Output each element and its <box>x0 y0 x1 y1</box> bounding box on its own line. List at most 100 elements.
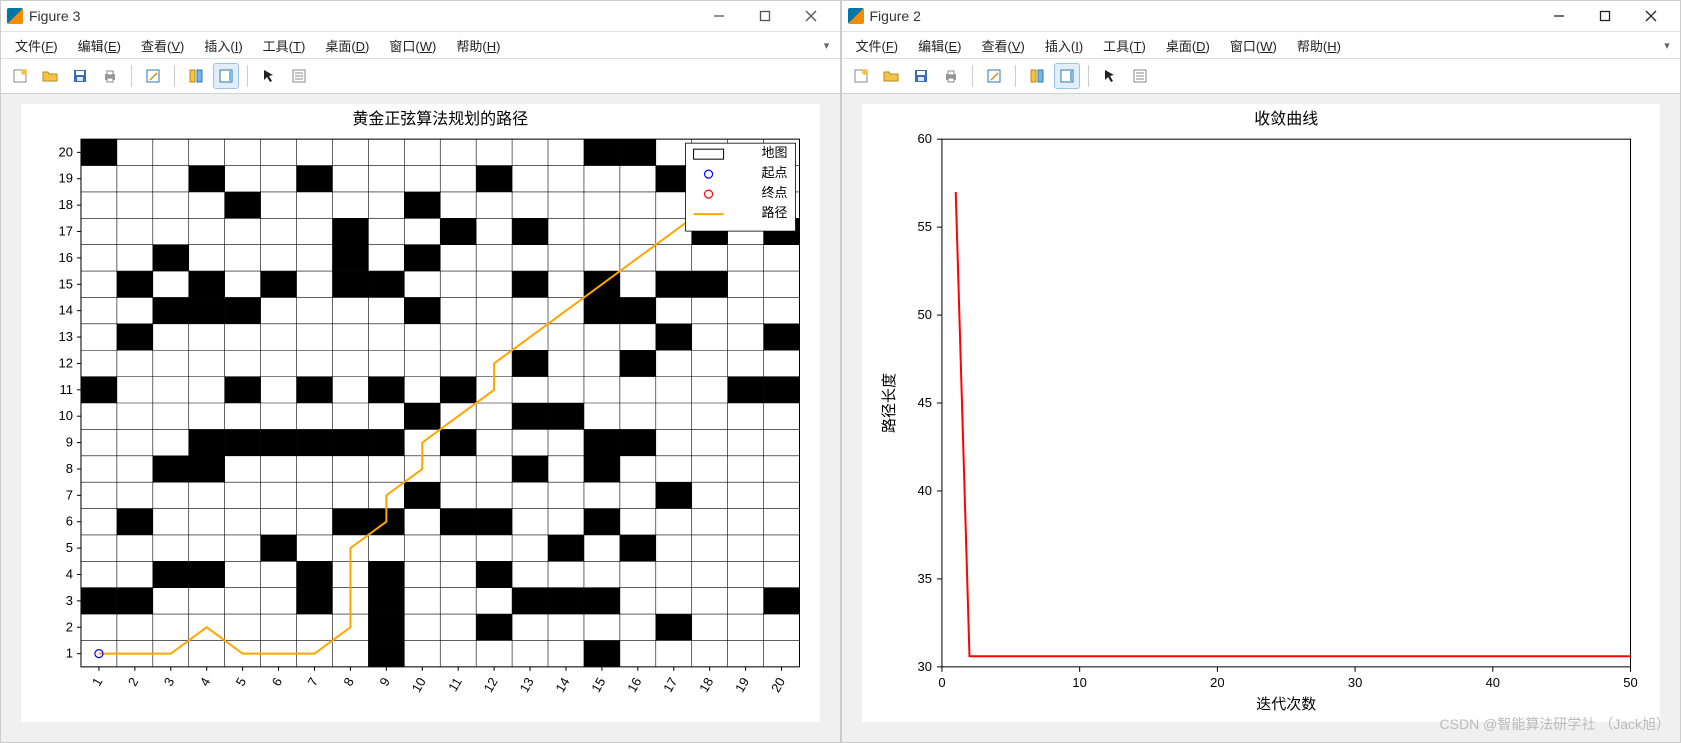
link-axes-icon[interactable] <box>183 63 209 89</box>
data-cursor-icon[interactable] <box>140 63 166 89</box>
svg-text:6: 6 <box>66 514 73 529</box>
menu-item[interactable]: 窗口(W) <box>1220 34 1287 57</box>
save-icon[interactable] <box>908 63 934 89</box>
svg-text:3: 3 <box>66 593 73 608</box>
svg-text:迭代次数: 迭代次数 <box>1256 696 1316 713</box>
menu-item[interactable]: 编辑(E) <box>68 34 131 57</box>
svg-text:4: 4 <box>197 675 214 689</box>
svg-text:2: 2 <box>125 675 142 689</box>
menu-item[interactable]: 编辑(E) <box>908 34 971 57</box>
menu-item[interactable]: 文件(F) <box>5 34 68 57</box>
properties-icon[interactable] <box>286 63 312 89</box>
svg-text:起点: 起点 <box>762 165 788 180</box>
menu-item[interactable]: 文件(F) <box>846 34 909 57</box>
menu-item[interactable]: 工具(T) <box>253 34 316 57</box>
svg-text:7: 7 <box>304 675 321 689</box>
svg-text:19: 19 <box>59 171 73 186</box>
save-icon[interactable] <box>67 63 93 89</box>
svg-text:18: 18 <box>696 675 716 695</box>
svg-text:17: 17 <box>660 675 680 695</box>
svg-text:2: 2 <box>66 619 73 634</box>
pointer-icon[interactable] <box>256 63 282 89</box>
svg-text:13: 13 <box>59 329 73 344</box>
pointer-icon[interactable] <box>1097 63 1123 89</box>
menu-overflow-icon[interactable]: ▾ <box>1658 39 1676 52</box>
svg-text:0: 0 <box>938 675 945 690</box>
watermark: CSDN @智能算法研学社 （Jack旭） <box>1440 714 1670 734</box>
menu-item[interactable]: 桌面(D) <box>315 34 379 57</box>
svg-text:40: 40 <box>917 483 931 498</box>
svg-text:6: 6 <box>269 675 286 689</box>
menu-item[interactable]: 查看(V) <box>972 34 1035 57</box>
svg-text:收敛曲线: 收敛曲线 <box>1254 110 1318 128</box>
menu-item[interactable]: 桌面(D) <box>1156 34 1220 57</box>
svg-text:20: 20 <box>768 675 788 695</box>
svg-text:路径长度: 路径长度 <box>880 373 897 433</box>
svg-text:35: 35 <box>917 571 931 586</box>
titlebar[interactable]: Figure 2 <box>842 1 1681 32</box>
close-button[interactable] <box>1628 1 1674 31</box>
svg-text:16: 16 <box>624 675 644 695</box>
svg-text:20: 20 <box>1210 675 1224 690</box>
menu-item[interactable]: 插入(I) <box>1035 34 1093 57</box>
svg-text:12: 12 <box>59 355 73 370</box>
matlab-icon <box>7 8 23 24</box>
window-title: Figure 2 <box>870 8 921 24</box>
data-cursor-icon[interactable] <box>981 63 1007 89</box>
svg-text:1: 1 <box>66 646 73 661</box>
menu-item[interactable]: 帮助(H) <box>1287 34 1351 57</box>
svg-text:5: 5 <box>66 540 73 555</box>
insert-colorbar-icon[interactable] <box>1054 63 1080 89</box>
svg-text:30: 30 <box>917 659 931 674</box>
toolbar <box>1 59 840 94</box>
print-icon[interactable] <box>97 63 123 89</box>
window-title: Figure 3 <box>29 8 80 24</box>
minimize-button[interactable] <box>696 1 742 31</box>
svg-text:地图: 地图 <box>762 145 788 160</box>
menu-item[interactable]: 帮助(H) <box>446 34 510 57</box>
svg-text:9: 9 <box>376 675 393 689</box>
svg-text:13: 13 <box>516 675 536 695</box>
matlab-icon <box>848 8 864 24</box>
new-figure-icon[interactable] <box>848 63 874 89</box>
svg-text:9: 9 <box>66 435 73 450</box>
close-button[interactable] <box>788 1 834 31</box>
path-planning-chart: 黄金正弦算法规划的路径12345678910111213141516171819… <box>21 104 820 722</box>
maximize-button[interactable] <box>1582 1 1628 31</box>
menu-item[interactable]: 窗口(W) <box>379 34 446 57</box>
svg-text:1: 1 <box>89 675 106 689</box>
svg-text:17: 17 <box>59 224 73 239</box>
svg-text:50: 50 <box>1623 675 1637 690</box>
titlebar[interactable]: Figure 3 <box>1 1 840 32</box>
svg-text:11: 11 <box>59 382 72 397</box>
svg-text:45: 45 <box>917 395 931 410</box>
menu-item[interactable]: 工具(T) <box>1093 34 1156 57</box>
svg-text:8: 8 <box>66 461 73 476</box>
svg-text:50: 50 <box>917 307 931 322</box>
print-icon[interactable] <box>938 63 964 89</box>
svg-text:12: 12 <box>481 675 501 695</box>
svg-text:8: 8 <box>340 675 357 689</box>
svg-text:10: 10 <box>409 675 429 695</box>
svg-text:14: 14 <box>59 303 73 318</box>
maximize-button[interactable] <box>742 1 788 31</box>
toolbar <box>842 59 1681 94</box>
link-axes-icon[interactable] <box>1024 63 1050 89</box>
svg-text:40: 40 <box>1485 675 1499 690</box>
properties-icon[interactable] <box>1127 63 1153 89</box>
menu-item[interactable]: 插入(I) <box>194 34 252 57</box>
menubar: 文件(F)编辑(E)查看(V)插入(I)工具(T)桌面(D)窗口(W)帮助(H)… <box>1 32 840 59</box>
svg-text:20: 20 <box>59 144 73 159</box>
menu-item[interactable]: 查看(V) <box>131 34 194 57</box>
minimize-button[interactable] <box>1536 1 1582 31</box>
figure3-window: Figure 3 文件(F)编辑(E)查看(V)插入(I)工具(T)桌面(D)窗… <box>0 0 841 743</box>
new-figure-icon[interactable] <box>7 63 33 89</box>
svg-text:16: 16 <box>59 250 73 265</box>
insert-colorbar-icon[interactable] <box>213 63 239 89</box>
open-icon[interactable] <box>37 63 63 89</box>
svg-text:10: 10 <box>1072 675 1086 690</box>
open-icon[interactable] <box>878 63 904 89</box>
svg-text:14: 14 <box>552 675 572 695</box>
svg-text:黄金正弦算法规划的路径: 黄金正弦算法规划的路径 <box>352 109 528 128</box>
menu-overflow-icon[interactable]: ▾ <box>818 39 836 52</box>
